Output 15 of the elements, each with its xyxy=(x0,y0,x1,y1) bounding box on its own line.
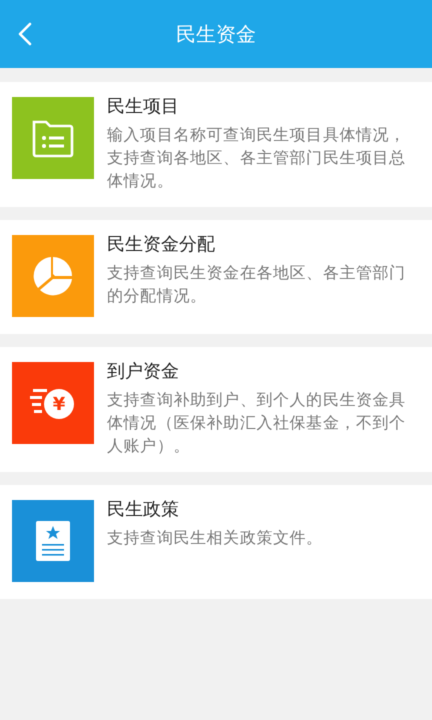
page-title: 民生资金 xyxy=(176,20,256,48)
item-description: 输入项目名称可查询民生项目具体情况，支持查询各地区、各主管部门民生项目总体情况。 xyxy=(107,124,407,192)
item-title: 民生项目 xyxy=(107,95,180,119)
item-description: 支持查询民生资金在各地区、各主管部门的分配情况。 xyxy=(107,262,407,307)
list-item[interactable]: 民生政策 支持查询民生相关政策文件。 xyxy=(0,485,432,599)
list-item[interactable]: 民生资金分配 支持查询民生资金在各地区、各主管部门的分配情况。 xyxy=(0,220,432,334)
item-title: 民生资金分配 xyxy=(107,233,216,257)
item-title: 民生政策 xyxy=(107,498,180,522)
item-title: 到户资金 xyxy=(107,360,180,384)
item-description: 支持查询补助到户、到个人的民生资金具体情况（医保补助汇入社保基金，不到个人账户）。 xyxy=(107,389,407,457)
list-item[interactable]: ¥ 到户资金 支持查询补助到户、到个人的民生资金具体情况（医保补助汇入社保基金，不到个人账户）。 xyxy=(0,347,432,472)
list-item[interactable]: 民生项目 输入项目名称可查询民生项目具体情况，支持查询各地区、各主管部门民生项目总体情况。 xyxy=(0,82,432,207)
item-description: 支持查询民生相关政策文件。 xyxy=(107,527,324,549)
coin-icon: ¥ xyxy=(12,362,94,444)
back-icon xyxy=(18,22,32,46)
